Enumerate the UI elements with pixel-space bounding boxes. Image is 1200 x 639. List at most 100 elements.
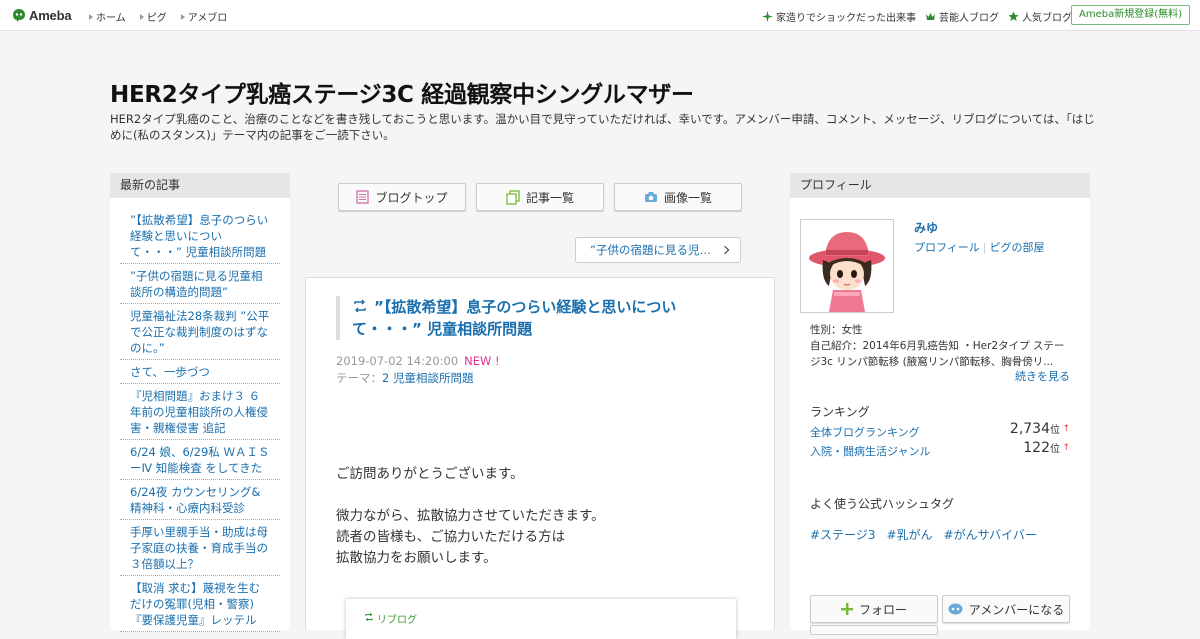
blog-description: HER2タイプ乳癌のこと、治療のことなどを書き残しておこうと思います。温かい目で… xyxy=(110,112,1095,142)
ranking-unit: 位 xyxy=(1050,425,1060,436)
body-line: ご訪問ありがとうございます。 xyxy=(336,466,524,482)
recent-article-link[interactable]: 手厚い里親手当・助成は母子家庭の扶養・育成手当の３倍額以上？ xyxy=(130,525,268,571)
article-meta: 2019-07-02 14:20:00 NEW ! xyxy=(336,354,500,368)
triangle-icon xyxy=(139,13,144,20)
top-link-popular-label: 人気ブログ xyxy=(1022,13,1072,24)
ranking-unit: 位 xyxy=(1050,444,1060,455)
ranking-row-genre[interactable]: 入院・闘病生活ジャンル 122位 ↑ xyxy=(810,440,1070,459)
recent-article-link[interactable]: ”【拡散希望】息子のつらい経験と思いについて・・・” 児童相談所問題 xyxy=(130,213,268,259)
blog-title[interactable]: HER2タイプ乳癌ステージ3C 経過観察中シングルマザー xyxy=(110,75,1090,109)
ranking-label[interactable]: 入院・闘病生活ジャンル xyxy=(810,445,930,458)
blog-top-label: ブログトップ xyxy=(375,190,448,205)
ranking-row-overall[interactable]: 全体ブログランキング 2,734位 ↑ xyxy=(810,421,1070,440)
recent-article-link[interactable]: 『児相問題』おまけ３ ６年前の児童相談所の人権侵害・親権侵害 追記 xyxy=(130,389,268,435)
blog-top-button[interactable]: ブログトップ xyxy=(338,183,466,211)
top-link-celebrity-label: 芸能人ブログ xyxy=(939,13,999,24)
global-nav: ホーム ピグ アメブロ xyxy=(89,9,227,24)
body-blank-line xyxy=(336,485,605,506)
register-button[interactable]: Ameba新規登録(無料) xyxy=(1070,5,1190,25)
crown-icon xyxy=(926,13,935,20)
recent-article-link[interactable]: 児童福祉法28条裁判 ”公平で公正な裁判制度のはずなのに。” xyxy=(130,309,269,355)
nav-pigg[interactable]: ピグ xyxy=(139,9,167,24)
sparkle-icon xyxy=(762,11,773,22)
image-list-label: 画像一覧 xyxy=(663,190,712,205)
article-date: 2019-07-02 14:20:00 xyxy=(336,354,459,368)
plus-icon xyxy=(840,603,853,615)
body-line: 微力ながら、拡散協力させていただきます。 xyxy=(336,508,605,524)
ranking-header: ランキング xyxy=(810,405,870,419)
reblog-icon xyxy=(354,299,366,313)
top-link-popular[interactable]: 人気ブログ xyxy=(1008,9,1072,24)
reblog-small-icon xyxy=(365,612,373,622)
ranking-value: 2,734位 xyxy=(1010,421,1060,437)
pig-room-link[interactable]: ピグの部屋 xyxy=(990,241,1045,254)
body-line: 読者の皆様も、ご協力いただける方は xyxy=(336,529,566,545)
star-icon xyxy=(1008,11,1019,21)
recent-articles-header: 最新の記事 xyxy=(110,173,290,198)
recent-articles-panel: 最新の記事 ”【拡散希望】息子のつらい経験と思いについて・・・” 児童相談所問題… xyxy=(110,173,290,632)
list-item[interactable]: ”子供の宿題に見る児童相談所の構造的問題” xyxy=(120,264,280,304)
image-list-button[interactable]: 画像一覧 xyxy=(614,183,742,211)
theme-link[interactable]: 2 児童相談所問題 xyxy=(382,371,473,385)
ameba-logo[interactable]: Ameba xyxy=(12,7,72,23)
blog-nav-buttons: ブログトップ 記事一覧 画像一覧 xyxy=(338,183,742,211)
avatar[interactable] xyxy=(800,219,894,313)
hashtag-link[interactable]: #乳がん xyxy=(886,526,932,543)
next-article-label: ”子供の宿題に見る児… xyxy=(590,243,711,257)
triangle-icon xyxy=(89,13,93,20)
recent-article-link[interactable]: ”子供の宿題に見る児童相談所の構造的問題” xyxy=(130,269,262,299)
nav-ameblo[interactable]: アメブロ xyxy=(180,9,228,24)
recent-articles-list: ”【拡散希望】息子のつらい経験と思いについて・・・” 児童相談所問題 ”子供の宿… xyxy=(120,208,280,632)
article-title-text[interactable]: ”【拡散希望】息子のつらい経験と思いについて・・・” 児童相談所問題 xyxy=(352,298,676,338)
ranking-number: 2,734 xyxy=(1009,421,1050,437)
recent-article-link[interactable]: 【取消 求む】蔑視を生むだけの冤罪(児相・警察)『要保護児童』レッテル xyxy=(130,581,260,627)
reblog-card[interactable]: リブログ xyxy=(346,599,736,639)
article-theme: テーマ：2 児童相談所問題 xyxy=(336,370,473,386)
article: ”【拡散希望】息子のつらい経験と思いについて・・・” 児童相談所問題 2019-… xyxy=(305,277,775,639)
list-item[interactable]: 6/24 娘、6/29私 ＷＡＩＳーⅣ 知能検査 をしてきた xyxy=(120,440,280,480)
hashtag-list: #ステージ3 #乳がん #がんサバイバー xyxy=(810,526,1037,543)
nav-home-label: ホーム xyxy=(96,13,126,24)
top-link-trend-label: 家造りでショックだった出来事 xyxy=(776,13,916,24)
list-item[interactable]: 『児相問題』おまけ３ ６年前の児童相談所の人権侵害・親権侵害 追記 xyxy=(120,384,280,440)
list-item[interactable]: ”【拡散希望】息子のつらい経験と思いについて・・・” 児童相談所問題 xyxy=(120,208,280,264)
profile-name[interactable]: みゆ xyxy=(914,219,938,236)
next-article-button[interactable]: ”子供の宿題に見る児… xyxy=(575,237,741,263)
nav-ameblo-label: アメブロ xyxy=(187,13,228,24)
rank-up-icon: ↑ xyxy=(1062,443,1070,453)
list-item[interactable]: 手厚い里親手当・助成は母子家庭の扶養・育成手当の３倍額以上？ xyxy=(120,520,280,576)
list-item[interactable]: 【取消 求む】蔑視を生むだけの冤罪(児相・警察)『要保護児童』レッテル xyxy=(120,576,280,632)
profile-info: 性別：女性 自己紹介：2014年6月乳癌告知 ・Her2タイプ ステージ3c リ… xyxy=(810,322,1070,370)
read-more-link[interactable]: 続きを見る xyxy=(1015,368,1070,384)
article-title[interactable]: ”【拡散希望】息子のつらい経験と思いについて・・・” 児童相談所問題 xyxy=(336,296,716,340)
more-action-button[interactable] xyxy=(810,625,938,635)
recent-article-link[interactable]: 6/24夜 カウンセリング&精神科・心療内科受診 xyxy=(130,485,260,515)
blog-top-icon xyxy=(356,190,370,204)
ranking-label[interactable]: 全体ブログランキング xyxy=(810,426,920,439)
article-list-label: 記事一覧 xyxy=(525,190,574,205)
link-separator: | xyxy=(982,241,987,254)
list-item[interactable]: 児童福祉法28条裁判 ”公平で公正な裁判制度のはずなのに。” xyxy=(120,304,280,360)
nav-pigg-label: ピグ xyxy=(146,13,167,24)
profile-panel: プロフィール みゆ プロフィール | ピグの部屋 性別：女性 自己紹介：2014年6… xyxy=(790,173,1090,635)
list-item[interactable]: さて、一歩づつ xyxy=(120,360,280,384)
list-item[interactable]: 6/24夜 カウンセリング&精神科・心療内科受診 xyxy=(120,480,280,520)
top-link-trend[interactable]: 家造りでショックだった出来事 xyxy=(762,9,916,24)
hashtag-link[interactable]: #がんサバイバー xyxy=(944,526,1037,543)
recent-article-link[interactable]: さて、一歩づつ xyxy=(130,365,210,379)
body-line: 拡散協力をお願いします。 xyxy=(336,550,497,566)
hashtag-link[interactable]: #ステージ3 xyxy=(810,526,875,543)
profile-link[interactable]: プロフィール xyxy=(914,241,980,254)
article-list-button[interactable]: 記事一覧 xyxy=(476,183,604,211)
top-link-celebrity[interactable]: 芸能人ブログ xyxy=(925,9,999,24)
article-body: ご訪問ありがとうございます。 微力ながら、拡散協力させていただきます。 読者の皆… xyxy=(336,464,605,569)
nav-home[interactable]: ホーム xyxy=(89,9,126,24)
reblog-label: リブログ xyxy=(377,615,417,626)
follow-button[interactable]: フォロー xyxy=(810,595,938,623)
recent-article-link[interactable]: 6/24 娘、6/29私 ＷＡＩＳーⅣ 知能検査 をしてきた xyxy=(130,445,269,475)
profile-intro: 自己紹介：2014年6月乳癌告知 ・Her2タイプ ステージ3c リンパ節転移 … xyxy=(810,340,1065,368)
amember-button[interactable]: アメンバーになる xyxy=(942,595,1070,623)
hashtag-header: よく使う公式ハッシュタグ xyxy=(810,497,955,511)
follow-label: フォロー xyxy=(858,602,907,617)
amember-label: アメンバーになる xyxy=(968,602,1065,617)
